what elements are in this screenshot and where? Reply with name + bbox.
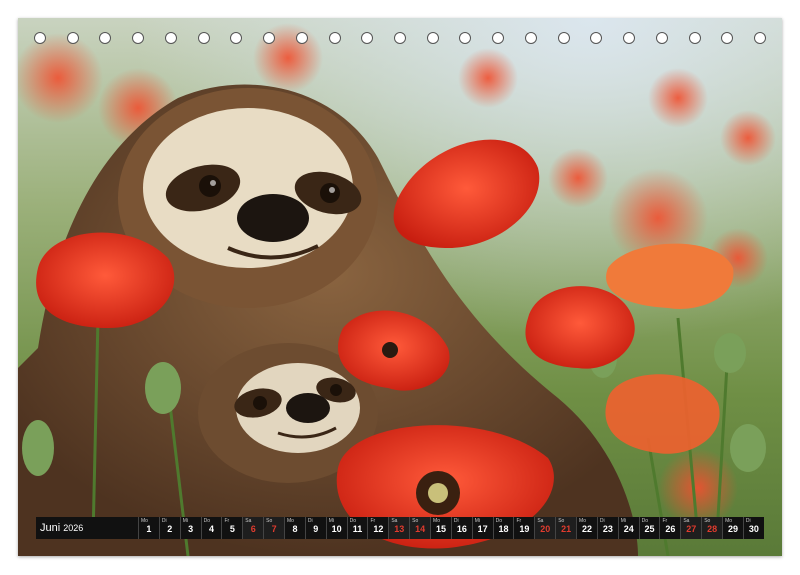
binding-ring [34, 32, 46, 44]
day-number: 28 [707, 524, 718, 534]
day-cell: Mi 17 [471, 517, 493, 539]
binding-ring [492, 32, 505, 44]
day-cell: So 7 [263, 517, 285, 539]
day-number: 5 [229, 524, 235, 534]
day-number: 2 [167, 524, 173, 534]
day-cell: So 28 [701, 517, 723, 539]
binding-ring [590, 32, 603, 44]
day-cell: Fr 26 [659, 517, 680, 539]
binding-rings [18, 32, 782, 52]
day-cell: Mi 10 [325, 517, 347, 539]
binding-ring [132, 32, 145, 44]
binding-ring [655, 32, 668, 44]
binding-ring [99, 32, 112, 44]
binding-ring [197, 32, 210, 44]
day-cell: Di 16 [450, 517, 472, 539]
day-number: 9 [313, 524, 319, 534]
day-number: 23 [602, 524, 613, 534]
day-number: 20 [540, 524, 551, 534]
day-number: 4 [209, 524, 215, 534]
sloth-poppy-photo [18, 18, 782, 556]
binding-ring [688, 32, 701, 44]
day-number: 19 [519, 524, 530, 534]
day-cell: Mo 22 [576, 517, 597, 539]
binding-ring [524, 32, 537, 44]
binding-ring [394, 32, 406, 44]
day-cell: So 21 [555, 517, 577, 539]
day-number: 1 [146, 524, 152, 534]
day-cell: Do 25 [638, 517, 660, 539]
day-number: 12 [373, 524, 384, 534]
day-number: 26 [665, 524, 676, 534]
day-number: 8 [292, 524, 298, 534]
day-cells: Mo 1 Di 2 Mi 3 Do 4 Fr 5 Sa 6 So 7 Mo 8 Di 9 Mi 10 Do 11 Fr 12 S… [138, 517, 764, 539]
day-number: 30 [748, 524, 759, 534]
day-cell: Di 23 [596, 517, 618, 539]
binding-ring [66, 32, 79, 44]
binding-ring [295, 32, 308, 44]
day-number: 14 [415, 524, 426, 534]
binding-ring [426, 32, 439, 44]
day-cell: Do 4 [200, 517, 222, 539]
day-cell: Fr 19 [513, 517, 534, 539]
day-cell: Sa 20 [534, 517, 556, 539]
day-number: 7 [271, 524, 277, 534]
day-cell: Di 2 [158, 517, 180, 539]
day-cell: So 14 [409, 517, 431, 539]
binding-ring [557, 32, 570, 44]
day-number: 16 [456, 524, 467, 534]
day-number: 25 [644, 524, 655, 534]
day-number: 27 [686, 524, 697, 534]
day-number: 22 [581, 524, 592, 534]
day-number: 24 [623, 524, 634, 534]
day-cell: Mo 1 [138, 517, 159, 539]
calendar-page: Juni 2026 Mo 1 Di 2 Mi 3 Do 4 Fr 5 Sa 6 So 7 Mo 8 Di 9 Mi 10… [18, 18, 782, 556]
day-number: 21 [561, 524, 572, 534]
month-label: Juni 2026 [36, 517, 138, 539]
day-number: 18 [498, 524, 509, 534]
day-cell: Mi 24 [617, 517, 639, 539]
day-cell: Mo 29 [722, 517, 743, 539]
poppy-left [36, 232, 175, 328]
day-number: 29 [727, 524, 738, 534]
day-cell: Sa 27 [680, 517, 702, 539]
day-cell: Fr 12 [367, 517, 388, 539]
binding-ring [164, 32, 177, 44]
year-label: 2026 [63, 523, 84, 533]
day-number: 3 [188, 524, 194, 534]
day-number: 15 [435, 524, 446, 534]
day-number: 17 [477, 524, 488, 534]
day-cell: Do 18 [492, 517, 514, 539]
day-cell: Di 30 [742, 517, 764, 539]
binding-ring [623, 32, 636, 44]
binding-ring [721, 32, 734, 44]
day-number: 13 [394, 524, 405, 534]
binding-ring [328, 32, 341, 44]
binding-ring [230, 32, 243, 44]
day-number: 6 [250, 524, 256, 534]
day-cell: Sa 13 [388, 517, 410, 539]
photo-illustration [18, 18, 782, 556]
day-cell: Di 9 [304, 517, 326, 539]
day-cell: Do 11 [346, 517, 368, 539]
day-number: 10 [331, 524, 342, 534]
calendar-strip: Juni 2026 Mo 1 Di 2 Mi 3 Do 4 Fr 5 Sa 6 So 7 Mo 8 Di 9 Mi 10… [36, 517, 764, 539]
day-cell: Mo 15 [430, 517, 451, 539]
binding-ring [459, 32, 472, 44]
day-cell: Mo 8 [284, 517, 305, 539]
binding-ring [361, 32, 374, 44]
day-cell: Sa 6 [242, 517, 264, 539]
day-cell: Mi 3 [179, 517, 201, 539]
binding-ring [754, 32, 766, 44]
day-cell: Fr 5 [221, 517, 242, 539]
poppy-right [525, 286, 635, 369]
month-name: Juni [40, 522, 61, 534]
day-number: 11 [352, 524, 363, 534]
binding-ring [263, 32, 276, 44]
